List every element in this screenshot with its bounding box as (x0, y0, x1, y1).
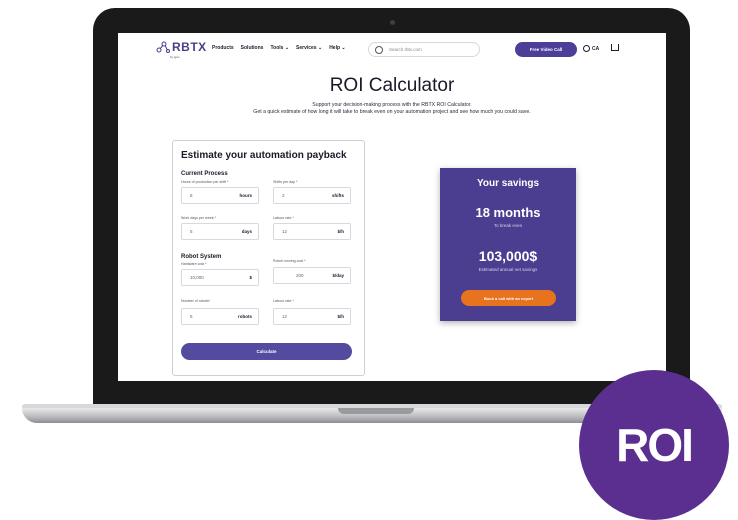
robots-unit: robots (238, 314, 252, 319)
shifts-label: Shifts per day * (273, 180, 298, 184)
logo-nodes-icon (156, 41, 170, 53)
menu-item-products[interactable]: Products (212, 45, 234, 51)
annual-savings-caption: Estimated annual net savings (478, 267, 538, 272)
break-even-months: 18 months (475, 205, 541, 220)
menu-item-services[interactable]: Services ⌄ (296, 45, 322, 51)
webcam (390, 20, 395, 25)
annual-savings-amount: 103,000$ (478, 248, 538, 264)
chevron-down-icon: ⌄ (284, 45, 290, 51)
labour-rate-value: 12 (282, 229, 288, 234)
robots-value: 5 (190, 314, 193, 319)
labour-rate-2-unit: $/h (337, 314, 344, 319)
hours-field[interactable]: 8 hours (181, 187, 259, 204)
workdays-label: Work days per week * (181, 216, 216, 220)
search-icon (375, 45, 383, 54)
form-title: Estimate your automation payback (181, 150, 347, 161)
menu-item-tools[interactable]: Tools ⌄ (270, 45, 289, 51)
section-robot-system: Robot System (181, 254, 222, 260)
menu-item-solutions[interactable]: Solutions (241, 45, 264, 51)
calculate-button[interactable]: Calculate (181, 343, 352, 360)
logo-subtext: by igus (170, 55, 180, 59)
running-cost-unit: $/day (332, 273, 344, 278)
language-label: CA (592, 45, 600, 52)
free-video-call-button[interactable]: Free Video Call (515, 42, 577, 57)
laptop-screen: RBTX by igus Products Solutions Tools ⌄ … (118, 33, 666, 381)
workdays-field[interactable]: 5 days (181, 223, 259, 240)
payback-form-card: Estimate your automation payback Current… (172, 140, 365, 376)
shifts-field[interactable]: 2 shifts (273, 187, 351, 204)
laptop-notch (338, 408, 414, 414)
roi-badge: ROI (579, 370, 729, 520)
search-input[interactable]: Search rbtx.com (368, 42, 480, 57)
top-navigation: RBTX by igus Products Solutions Tools ⌄ … (118, 33, 666, 67)
hours-value: 8 (190, 193, 193, 198)
menu-label-help: Help (329, 45, 341, 51)
savings-title: Your savings (476, 178, 540, 189)
chevron-down-icon: ⌄ (341, 45, 346, 51)
shifts-value: 2 (282, 193, 285, 198)
labour-rate-2-value: 12 (282, 314, 288, 319)
savings-card: Your savings 18 months To break even 103… (440, 168, 576, 321)
hardware-cost-unit: $ (249, 275, 252, 280)
rbtx-logo[interactable]: RBTX (156, 40, 207, 54)
search-placeholder: Search rbtx.com (389, 47, 422, 52)
shifts-unit: shifts (331, 193, 344, 198)
hours-unit: hours (239, 193, 252, 198)
labour-rate-2-field[interactable]: 12 $/h (273, 308, 351, 325)
page-title: ROI Calculator (329, 75, 455, 96)
robots-label: Number of robots* (181, 299, 211, 303)
labour-rate-field[interactable]: 12 $/h (273, 223, 351, 240)
hardware-cost-field[interactable]: 10,000 $ (181, 269, 259, 286)
menu-label-tools: Tools (270, 45, 284, 51)
hours-label: Hours of production per shift * (181, 180, 229, 184)
workdays-unit: days (241, 229, 252, 234)
globe-icon (583, 45, 590, 52)
page-subtitle: Support your decision-making process wit… (236, 102, 548, 116)
workdays-value: 5 (190, 229, 193, 234)
main-menu: Products Solutions Tools ⌄ Services ⌄ He… (212, 45, 346, 51)
robots-field[interactable]: 5 robots (181, 308, 259, 325)
chevron-down-icon: ⌄ (317, 45, 323, 51)
labour-rate-unit: $/h (337, 229, 344, 234)
subtitle-line-1: Support your decision-making process wit… (312, 102, 472, 108)
hardware-cost-label: Hardware cost * (181, 262, 207, 266)
labour-rate-label: Labour rate * (273, 216, 294, 220)
section-current-process: Current Process (181, 171, 228, 177)
subtitle-line-2: Get a quick estimate of how long it will… (253, 109, 531, 115)
menu-item-help[interactable]: Help ⌄ (329, 45, 345, 51)
break-even-caption: To break even (493, 223, 523, 228)
labour-rate-2-label: Labour rate * (273, 299, 294, 303)
menu-label-services: Services (296, 45, 317, 51)
book-call-button[interactable]: Book a call with an expert (461, 290, 556, 306)
running-cost-value: 200 (296, 273, 304, 278)
cart-icon[interactable] (611, 44, 619, 51)
hardware-cost-value: 10,000 (190, 275, 204, 280)
logo-text: RBTX (172, 40, 207, 54)
language-selector[interactable]: CA (583, 45, 599, 52)
running-cost-field[interactable]: 200 $/day (273, 267, 351, 284)
running-cost-label: Robot running cost * (273, 259, 306, 263)
